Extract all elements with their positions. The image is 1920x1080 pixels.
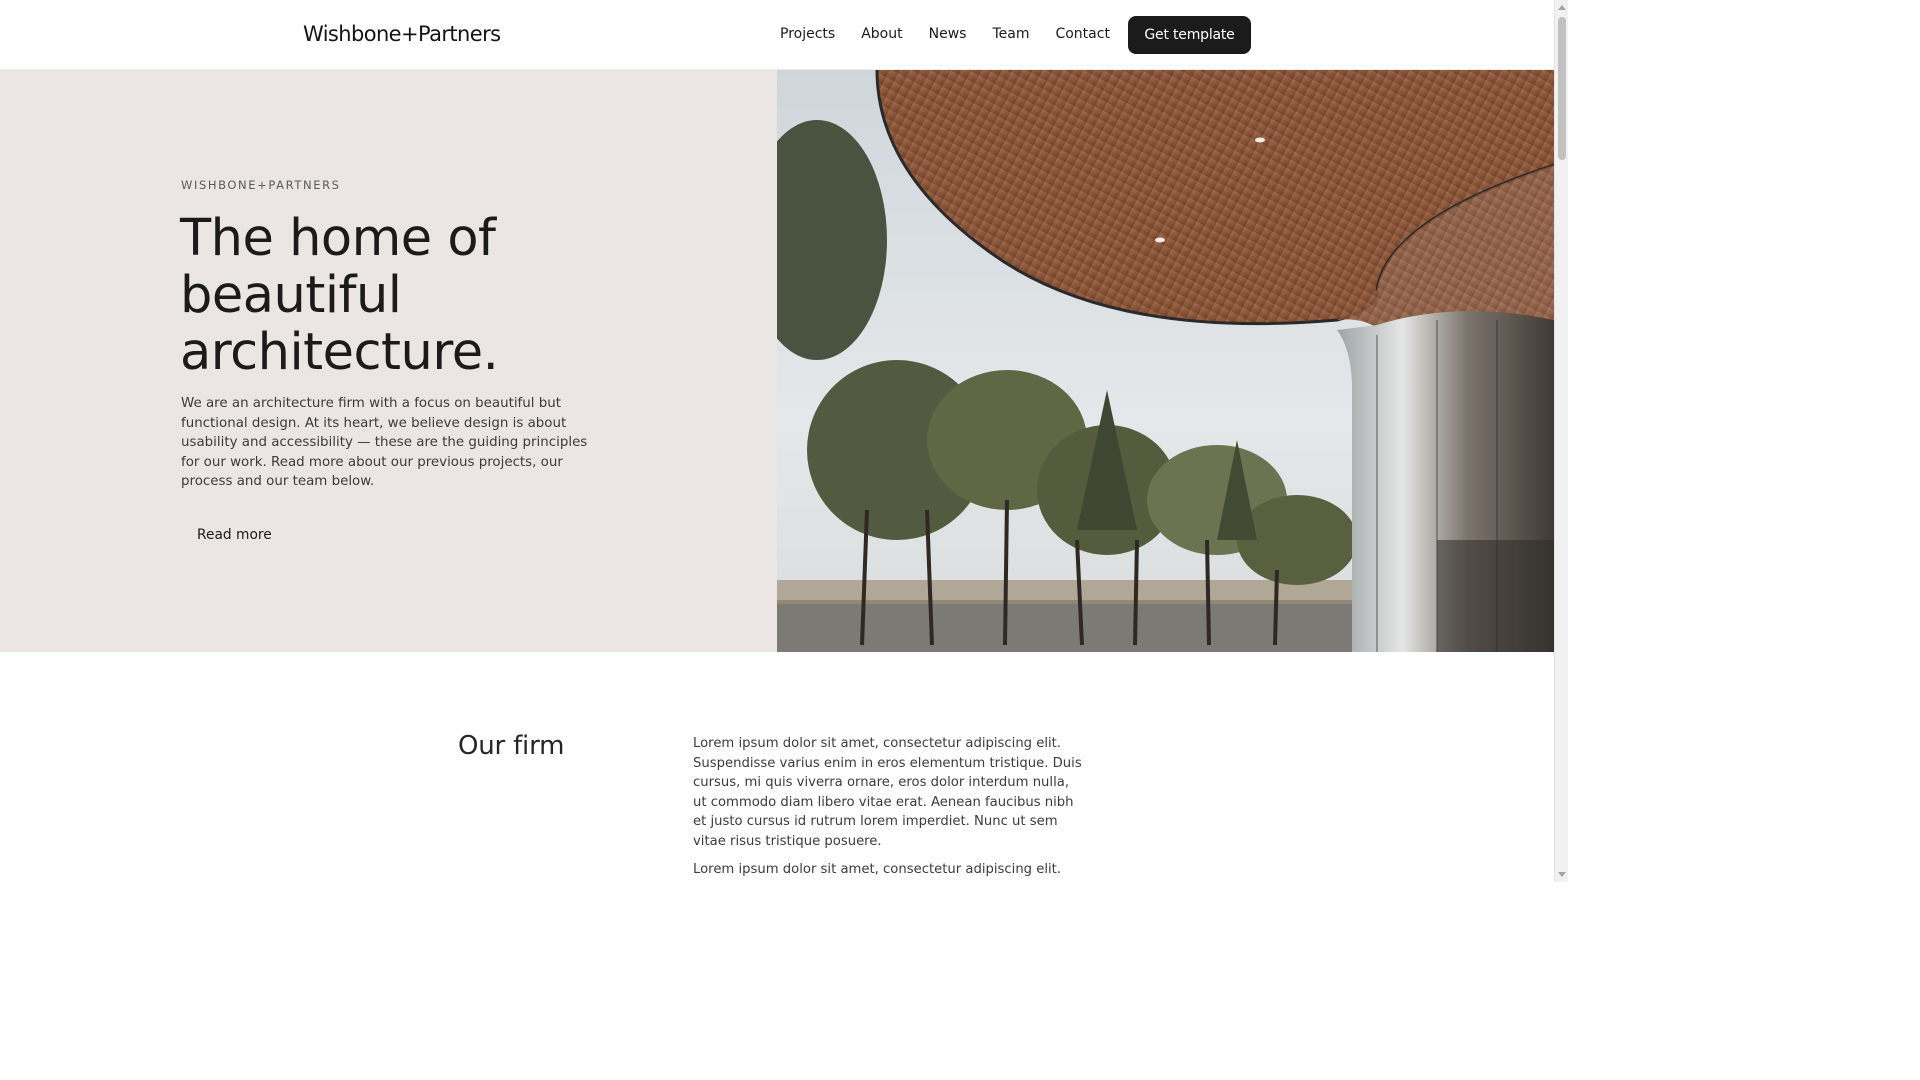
brand-logo[interactable]: Wishbone+Partners <box>303 22 501 46</box>
read-more-link[interactable]: Read more <box>197 527 272 543</box>
section-title-our-firm: Our firm <box>458 731 565 761</box>
scrollbar-thumb[interactable] <box>1558 17 1566 160</box>
nav-team[interactable]: Team <box>992 26 1029 42</box>
hero-text-panel: WISHBONE+PARTNERS The home of beautiful … <box>0 70 777 652</box>
hero-headline-line: beautiful <box>180 266 402 325</box>
nav-news[interactable]: News <box>929 26 967 42</box>
hero-headline: The home of beautiful architecture. <box>180 210 700 381</box>
vertical-scrollbar[interactable] <box>1554 0 1568 882</box>
site-header: Wishbone+Partners Projects About News Te… <box>0 0 1554 70</box>
scroll-down-icon[interactable] <box>1558 872 1566 877</box>
hero-headline-line: The home of <box>180 209 496 268</box>
firm-paragraph: Lorem ipsum dolor sit amet, consectetur … <box>693 861 1062 877</box>
get-template-button[interactable]: Get template <box>1128 16 1251 54</box>
firm-paragraph: Lorem ipsum dolor sit amet, consectetur … <box>693 736 1082 849</box>
page: Wishbone+Partners Projects About News Te… <box>0 0 1568 882</box>
nav-about[interactable]: About <box>861 26 902 42</box>
architecture-photo <box>777 70 1554 652</box>
hero-architecture-image <box>777 70 1554 652</box>
hero-intro: We are an architecture firm with a focus… <box>181 396 588 490</box>
firm-description: Lorem ipsum dolor sit amet, consectetur … <box>693 734 1085 882</box>
nav-projects[interactable]: Projects <box>780 26 835 42</box>
hero-eyebrow: WISHBONE+PARTNERS <box>181 178 341 192</box>
hero-headline-line: architecture. <box>180 323 499 382</box>
nav-contact[interactable]: Contact <box>1055 26 1109 42</box>
scroll-up-icon[interactable] <box>1558 5 1566 10</box>
main-nav: Projects About News Team Contact <box>780 26 1136 42</box>
